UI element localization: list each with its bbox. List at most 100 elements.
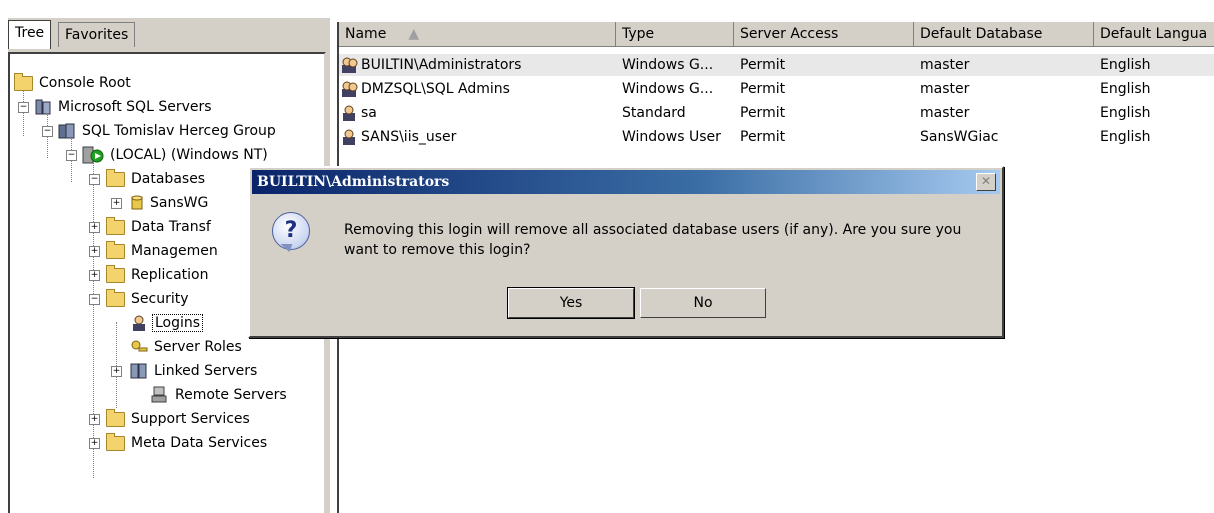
expand-icon[interactable]: + — [111, 366, 122, 377]
login-name-cell: DMZSQL\SQL Admins — [341, 78, 510, 100]
folder-icon — [106, 408, 125, 427]
tree-item-local-server[interactable]: (LOCAL) (Windows NT) — [82, 144, 270, 166]
user-icon — [343, 129, 355, 145]
expand-icon[interactable]: + — [89, 246, 100, 257]
login-name-cell: sa — [341, 102, 377, 124]
server-access-cell: Permit — [740, 81, 786, 97]
tree-item-label: Remote Servers — [175, 387, 287, 403]
linked-server-icon — [130, 363, 147, 379]
default-database-cell: master — [920, 57, 970, 73]
tree-item-label: (LOCAL) (Windows NT) — [110, 147, 268, 163]
tree-item-management[interactable]: Managemen — [106, 240, 220, 262]
confirm-remove-login-dialog: BUILTIN\Administrators ✕ ? Removing this… — [248, 166, 1004, 338]
column-header-type[interactable]: Type — [616, 22, 734, 46]
question-icon: ? — [272, 212, 310, 250]
tree-item-console-root[interactable]: Console Root — [14, 72, 133, 94]
dialog-title: BUILTIN\Administrators — [257, 174, 450, 190]
tree-item-sql-servers[interactable]: Microsoft SQL Servers — [34, 96, 214, 118]
default-language-cell: English — [1100, 129, 1151, 145]
login-type-cell: Windows G... — [622, 57, 714, 73]
tree-item-label: Databases — [131, 171, 206, 187]
tree-item-sanswg[interactable]: SansWG — [130, 192, 210, 214]
expand-icon[interactable]: + — [89, 222, 100, 233]
tree-item-server-roles[interactable]: Server Roles — [130, 336, 244, 358]
tree-item-meta-data-services[interactable]: Meta Data Services — [106, 432, 269, 454]
tree-item-label: Security — [131, 291, 189, 307]
default-language-cell: English — [1100, 81, 1151, 97]
expand-icon[interactable]: + — [89, 270, 100, 281]
group-user-icon — [342, 81, 358, 97]
tree-item-label: Microsoft SQL Servers — [58, 99, 212, 115]
tree-item-label: SQL Tomislav Herceg Group — [82, 123, 276, 139]
expand-icon[interactable]: + — [111, 198, 122, 209]
key-icon — [131, 340, 148, 352]
group-user-icon — [342, 57, 358, 73]
yes-button[interactable]: Yes — [507, 287, 635, 319]
login-type-cell: Windows G... — [622, 81, 714, 97]
tree-item-support-services[interactable]: Support Services — [106, 408, 252, 430]
tree-item-label: Replication — [131, 267, 209, 283]
user-icon — [133, 315, 145, 331]
tree-item-server-group[interactable]: SQL Tomislav Herceg Group — [58, 120, 278, 142]
expand-icon[interactable]: + — [89, 438, 100, 449]
server-icon — [82, 146, 104, 164]
folder-icon — [106, 240, 125, 259]
no-button[interactable]: No — [640, 288, 766, 318]
tab-tree[interactable]: Tree — [8, 20, 52, 49]
server-access-cell: Permit — [740, 57, 786, 73]
table-row[interactable]: BUILTIN\Administrators Windows G... Perm… — [339, 54, 1214, 76]
column-header-name[interactable]: Name ▲ — [339, 22, 616, 46]
default-database-cell: master — [920, 81, 970, 97]
table-row[interactable]: DMZSQL\SQL Admins Windows G... Permit ma… — [339, 78, 1214, 100]
tree-item-remote-servers[interactable]: Remote Servers — [151, 384, 289, 406]
default-database-cell: SansWGiac — [920, 129, 999, 145]
login-type-cell: Windows User — [622, 129, 721, 145]
collapse-icon[interactable]: − — [89, 294, 100, 305]
tree-item-label: Managemen — [131, 243, 218, 259]
server-group-icon — [35, 99, 51, 115]
tree-item-label: Data Transf — [131, 219, 211, 235]
folder-icon — [106, 288, 125, 307]
sort-ascending-icon: ▲ — [408, 26, 420, 42]
tree-item-replication[interactable]: Replication — [106, 264, 210, 286]
column-header-label: Name — [345, 26, 387, 42]
default-language-cell: English — [1100, 105, 1151, 121]
tree-item-label: Linked Servers — [154, 363, 258, 379]
tab-favorites[interactable]: Favorites — [58, 22, 136, 47]
default-language-cell: English — [1100, 57, 1151, 73]
dialog-titlebar[interactable]: BUILTIN\Administrators ✕ — [252, 170, 1000, 194]
tree-item-label: Meta Data Services — [131, 435, 268, 451]
tree-item-label: Logins — [152, 314, 204, 332]
server-access-cell: Permit — [740, 129, 786, 145]
column-header-default-language[interactable]: Default Langua — [1094, 22, 1214, 46]
collapse-icon[interactable]: − — [89, 174, 100, 185]
server-access-cell: Permit — [740, 105, 786, 121]
folder-icon — [106, 216, 125, 235]
login-type-cell: Standard — [622, 105, 686, 121]
collapse-icon[interactable]: − — [18, 102, 29, 113]
collapse-icon[interactable]: − — [42, 126, 53, 137]
tree-item-databases[interactable]: Databases — [106, 168, 207, 190]
tree-tabs: Tree Favorites — [8, 18, 330, 52]
column-header-server-access[interactable]: Server Access — [734, 22, 914, 46]
dialog-message: Removing this login will remove all asso… — [344, 222, 962, 258]
tree-item-logins[interactable]: Logins — [130, 312, 204, 334]
close-icon[interactable]: ✕ — [976, 173, 996, 191]
remote-server-icon — [151, 386, 167, 403]
table-row[interactable]: SANS\iis_user Windows User Permit SansWG… — [339, 126, 1214, 148]
tree-item-linked-servers[interactable]: Linked Servers — [130, 360, 259, 382]
tree-item-security[interactable]: Security — [106, 288, 191, 310]
folder-icon — [14, 72, 33, 91]
table-row[interactable]: sa Standard Permit master English — [339, 102, 1214, 124]
folder-icon — [106, 168, 125, 187]
login-name-cell: BUILTIN\Administrators — [341, 54, 521, 76]
expand-icon[interactable]: + — [89, 414, 100, 425]
collapse-icon[interactable]: − — [66, 150, 77, 161]
tree-item-data-transformation[interactable]: Data Transf — [106, 216, 213, 238]
folder-icon — [106, 432, 125, 451]
tree-item-label: Console Root — [39, 75, 131, 91]
list-header: Name ▲ Type Server Access Default Databas… — [339, 22, 1214, 47]
login-name-cell: SANS\iis_user — [341, 126, 456, 148]
folder-icon — [106, 264, 125, 283]
column-header-default-database[interactable]: Default Database — [914, 22, 1094, 46]
